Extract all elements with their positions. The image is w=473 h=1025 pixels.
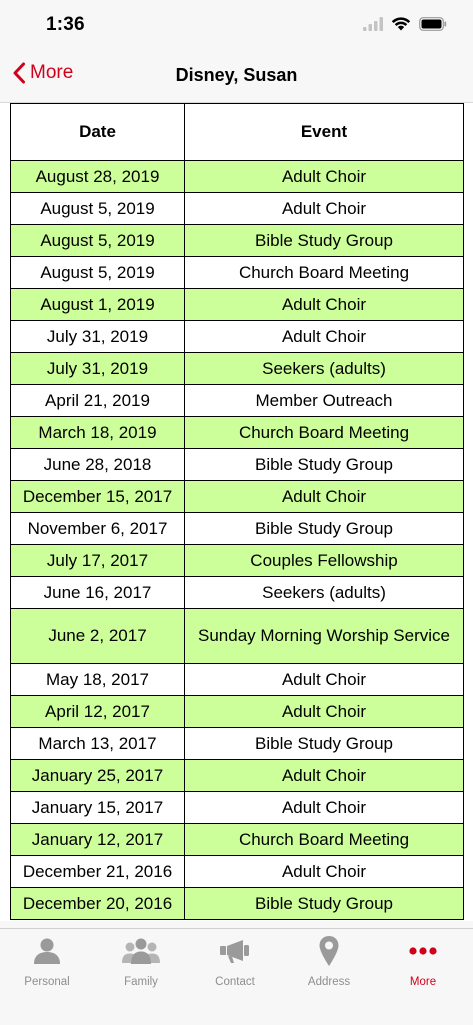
table-row[interactable]: March 13, 2017 Bible Study Group	[10, 727, 464, 760]
table-row[interactable]: August 5, 2019 Adult Choir	[10, 192, 464, 225]
tab-more-label: More	[409, 976, 437, 988]
event-date-cell: June 2, 2017	[10, 608, 185, 664]
event-date-cell: November 6, 2017	[10, 512, 185, 545]
cellular-signal-icon	[363, 16, 383, 31]
event-date-cell: June 28, 2018	[10, 448, 185, 481]
events-table: Date Event August 28, 2019 Adult Choir Aug…	[10, 103, 464, 920]
table-row[interactable]: August 28, 2019 Adult Choir	[10, 160, 464, 193]
event-name-cell: Adult Choir	[184, 192, 464, 225]
table-row[interactable]: July 17, 2017 Couples Fellowship	[10, 544, 464, 577]
event-name-cell: Adult Choir	[184, 695, 464, 728]
event-date-cell: April 12, 2017	[10, 695, 185, 728]
event-name-cell: Adult Choir	[184, 288, 464, 321]
table-row[interactable]: August 5, 2019 Church Board Meeting	[10, 256, 464, 289]
table-row[interactable]: January 15, 2017 Adult Choir	[10, 791, 464, 824]
event-date-cell: July 31, 2019	[10, 352, 185, 385]
tab-address[interactable]: Address	[282, 935, 376, 995]
tab-family[interactable]: Family	[94, 935, 188, 995]
event-date-cell: May 18, 2017	[10, 663, 185, 696]
table-header-row: Date Event	[10, 103, 464, 161]
tab-more[interactable]: More	[376, 935, 470, 995]
event-name-cell: Seekers (adults)	[184, 576, 464, 609]
tab-family-label: Family	[124, 976, 158, 988]
tab-contact[interactable]: Contact	[188, 935, 282, 995]
event-name-cell: Church Board Meeting	[184, 416, 464, 449]
event-name-cell: Member Outreach	[184, 384, 464, 417]
event-name-cell: Adult Choir	[184, 663, 464, 696]
table-row[interactable]: April 12, 2017 Adult Choir	[10, 695, 464, 728]
table-body: August 28, 2019 Adult Choir August 5, 2019…	[10, 160, 464, 920]
table-row[interactable]: June 16, 2017 Seekers (adults)	[10, 576, 464, 609]
event-date-cell: August 5, 2019	[10, 256, 185, 289]
event-name-cell: Bible Study Group	[184, 512, 464, 545]
event-name-cell: Couples Fellowship	[184, 544, 464, 577]
navigation-bar: More Disney, Susan	[0, 50, 473, 103]
table-row[interactable]: July 31, 2019 Adult Choir	[10, 320, 464, 353]
table-row[interactable]: January 12, 2017 Church Board Meeting	[10, 823, 464, 856]
table-row[interactable]: June 2, 2017 Sunday Morning Worship Servi…	[10, 608, 464, 664]
table-row[interactable]: July 31, 2019 Seekers (adults)	[10, 352, 464, 385]
event-name-cell: Adult Choir	[184, 791, 464, 824]
event-name-cell: Bible Study Group	[184, 224, 464, 257]
event-name-cell: Adult Choir	[184, 160, 464, 193]
event-date-cell: June 16, 2017	[10, 576, 185, 609]
table-row[interactable]: April 21, 2019 Member Outreach	[10, 384, 464, 417]
table-row[interactable]: December 20, 2016 Bible Study Group	[10, 887, 464, 920]
event-date-cell: January 15, 2017	[10, 791, 185, 824]
table-row[interactable]: December 21, 2016 Adult Choir	[10, 855, 464, 888]
tab-personal-label: Personal	[24, 976, 70, 988]
event-date-cell: August 5, 2019	[10, 192, 185, 225]
event-date-cell: March 18, 2019	[10, 416, 185, 449]
status-bar: 1:36	[0, 0, 473, 50]
person-icon	[34, 938, 60, 964]
table-row[interactable]: August 5, 2019 Bible Study Group	[10, 224, 464, 257]
page-title: Disney, Susan	[175, 65, 298, 85]
event-date-cell: January 25, 2017	[10, 759, 185, 792]
tab-contact-label: Contact	[215, 976, 255, 988]
event-name-cell: Adult Choir	[184, 480, 464, 513]
event-date-cell: August 1, 2019	[10, 288, 185, 321]
event-name-cell: Sunday Morning Worship Service	[184, 608, 464, 664]
event-name-cell: Seekers (adults)	[184, 352, 464, 385]
wifi-icon	[391, 17, 411, 31]
event-date-cell: March 13, 2017	[10, 727, 185, 760]
table-row[interactable]: November 6, 2017 Bible Study Group	[10, 512, 464, 545]
battery-icon	[419, 16, 447, 31]
table-row[interactable]: January 25, 2017 Adult Choir	[10, 759, 464, 792]
event-name-cell: Bible Study Group	[184, 887, 464, 920]
table-row[interactable]: August 1, 2019 Adult Choir	[10, 288, 464, 321]
map-pin-icon	[319, 936, 339, 966]
events-scroll-view[interactable]: Date Event August 28, 2019 Adult Choir Aug…	[0, 103, 473, 921]
tab-bar: Personal Family Contact Address More	[0, 928, 473, 1025]
event-date-cell: December 15, 2017	[10, 480, 185, 513]
more-dots-icon	[409, 947, 437, 955]
column-header-date: Date	[10, 103, 185, 161]
table-row[interactable]: May 18, 2017 Adult Choir	[10, 663, 464, 696]
event-name-cell: Adult Choir	[184, 855, 464, 888]
event-name-cell: Adult Choir	[184, 759, 464, 792]
status-icons	[363, 16, 447, 31]
tab-personal[interactable]: Personal	[0, 935, 94, 995]
event-name-cell: Bible Study Group	[184, 448, 464, 481]
megaphone-icon	[220, 940, 249, 963]
event-date-cell: January 12, 2017	[10, 823, 185, 856]
event-name-cell: Bible Study Group	[184, 727, 464, 760]
event-name-cell: Adult Choir	[184, 320, 464, 353]
family-icon	[122, 938, 160, 964]
event-date-cell: July 31, 2019	[10, 320, 185, 353]
event-name-cell: Church Board Meeting	[184, 823, 464, 856]
table-row[interactable]: March 18, 2019 Church Board Meeting	[10, 416, 464, 449]
table-row[interactable]: December 15, 2017 Adult Choir	[10, 480, 464, 513]
event-date-cell: April 21, 2019	[10, 384, 185, 417]
event-name-cell: Church Board Meeting	[184, 256, 464, 289]
event-date-cell: August 28, 2019	[10, 160, 185, 193]
event-date-cell: July 17, 2017	[10, 544, 185, 577]
event-date-cell: August 5, 2019	[10, 224, 185, 257]
table-row[interactable]: June 28, 2018 Bible Study Group	[10, 448, 464, 481]
status-time: 1:36	[46, 14, 85, 35]
tab-address-label: Address	[307, 976, 351, 988]
event-date-cell: December 20, 2016	[10, 887, 185, 920]
column-header-event: Event	[184, 103, 464, 161]
event-date-cell: December 21, 2016	[10, 855, 185, 888]
